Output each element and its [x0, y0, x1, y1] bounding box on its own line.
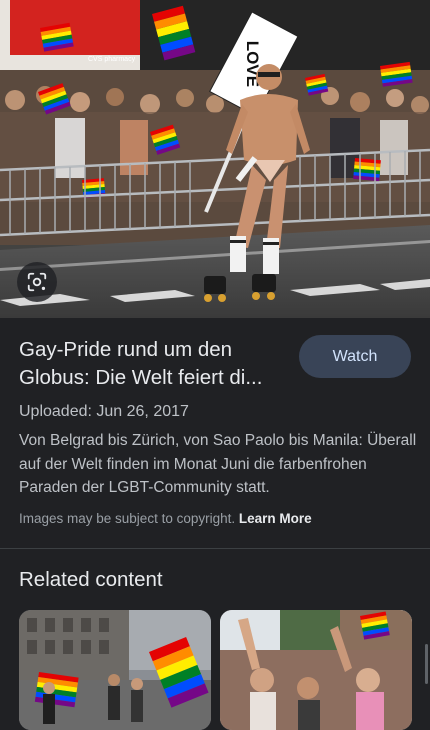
learn-more-link[interactable]: Learn More: [239, 511, 312, 526]
scrollbar[interactable]: [425, 644, 428, 684]
related-thumbnail-2[interactable]: [220, 610, 412, 730]
result-info-panel: Gay-Pride rund um den Globus: Die Welt f…: [0, 318, 430, 684]
hero-image[interactable]: CVS pharmacy LOVE: [0, 0, 430, 318]
result-title[interactable]: Gay-Pride rund um den Globus: Die Welt f…: [19, 336, 289, 392]
google-lens-icon: [26, 271, 48, 293]
watch-button[interactable]: Watch: [299, 335, 411, 378]
related-content-heading: Related content: [19, 568, 163, 591]
copyright-notice: Images may be subject to copyright. Lear…: [19, 511, 312, 526]
store-sign: CVS pharmacy: [88, 56, 136, 63]
related-thumbnail-1[interactable]: [19, 610, 211, 730]
google-lens-button[interactable]: [17, 262, 57, 302]
copyright-text: Images may be subject to copyright.: [19, 511, 236, 526]
upload-date: Uploaded: Jun 26, 2017: [19, 403, 189, 420]
result-description: Von Belgrad bis Zürich, von Sao Paolo bi…: [19, 432, 417, 496]
